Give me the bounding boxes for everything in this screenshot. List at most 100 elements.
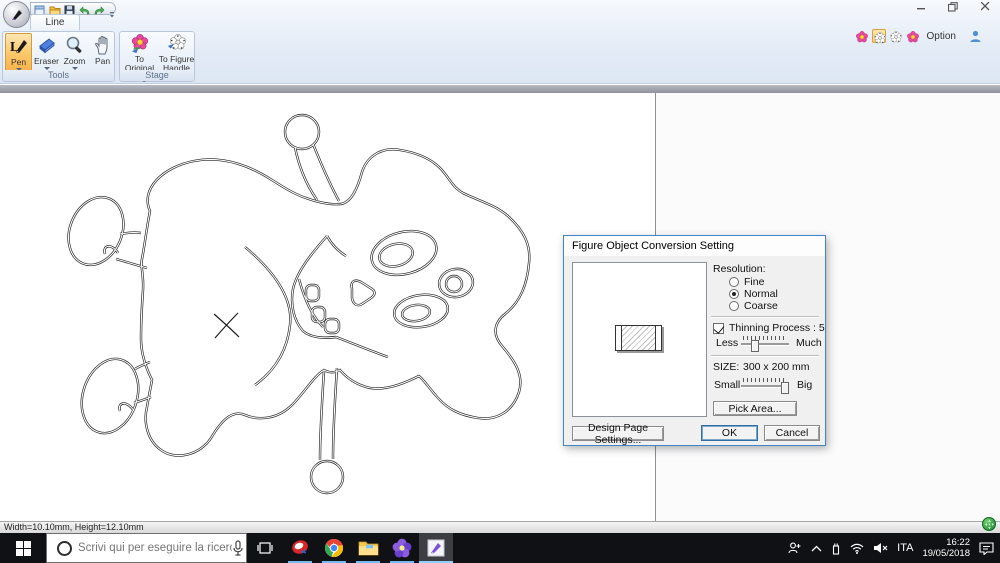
show-hidden-icons-chevron[interactable]	[811, 545, 822, 552]
to-figure-handle-button[interactable]: To Figure Handle	[158, 33, 195, 73]
usb-icon[interactable]	[831, 542, 841, 555]
line-drawing-monster	[57, 113, 531, 495]
taskbar-app-chrome[interactable]	[317, 533, 351, 563]
resolution-label: Resolution:	[713, 263, 766, 275]
redo-icon[interactable]	[93, 3, 105, 15]
undo-icon[interactable]	[79, 3, 90, 15]
radio-normal-label[interactable]: Normal	[744, 288, 778, 300]
tray-date: 19/05/2018	[922, 548, 970, 559]
taskbar-app-pedesign[interactable]	[385, 533, 419, 563]
thinning-slider[interactable]	[741, 336, 789, 352]
hand-icon	[89, 34, 116, 56]
close-button[interactable]	[976, 1, 994, 13]
preview-right-cap	[655, 326, 661, 350]
eraser-icon	[33, 34, 60, 56]
task-view-icon	[257, 542, 273, 554]
ribbon: L Pen Eraser Zoom Pan Tools To Original …	[0, 30, 1000, 84]
slider-thumb[interactable]	[751, 340, 759, 352]
thinning-label[interactable]: Thinning Process : 5	[729, 322, 825, 334]
action-center-icon[interactable]	[979, 541, 994, 555]
start-button[interactable]	[0, 533, 46, 563]
people-icon[interactable]	[788, 542, 802, 554]
canvas-pan-icon[interactable]	[982, 517, 996, 531]
big-label: Big	[797, 379, 813, 391]
clock[interactable]: 16:22 19/05/2018	[922, 537, 970, 559]
windows-taskbar: ITA 16:22 19/05/2018	[0, 533, 1000, 563]
pen-tool-button[interactable]: L Pen	[5, 33, 32, 71]
pen-label: Pen	[10, 57, 27, 67]
radio-coarse-label[interactable]: Coarse	[744, 300, 778, 312]
wifi-icon[interactable]	[850, 543, 864, 554]
stage-group-label: Stage	[120, 70, 194, 81]
zoom-tool-button[interactable]: Zoom	[61, 33, 88, 71]
eraser-label: Eraser	[33, 56, 60, 66]
design-page-settings-button[interactable]: Design Page Settings...	[572, 422, 664, 446]
thinning-checkbox[interactable]	[713, 323, 724, 334]
taskbar-search[interactable]	[46, 533, 247, 563]
size-slider[interactable]	[741, 378, 789, 394]
taskbar-app-active-lineimage[interactable]	[419, 533, 453, 563]
active-app-icon	[427, 539, 445, 557]
slider-ticks	[743, 336, 787, 340]
dialog-title[interactable]: Figure Object Conversion Setting	[564, 236, 825, 256]
figure-handle-flower-icon	[158, 33, 195, 55]
radio-fine-label[interactable]: Fine	[744, 276, 764, 288]
to-original-image-button[interactable]: To Original Image	[121, 33, 158, 82]
eraser-tool-button[interactable]: Eraser	[33, 33, 60, 71]
conversion-preview	[572, 262, 707, 417]
taskbar-app-file-explorer[interactable]	[351, 533, 385, 563]
figure-object-conversion-dialog: Figure Object Conversion Setting Resolut…	[563, 235, 826, 446]
restore-button[interactable]	[944, 1, 962, 13]
canvas-top-divider	[0, 85, 1000, 93]
much-label: Much	[796, 337, 822, 349]
tools-group: L Pen Eraser Zoom Pan Tools	[2, 31, 115, 82]
original-image-flower-icon	[121, 33, 158, 55]
x-mark	[213, 312, 240, 339]
system-tray: ITA 16:22 19/05/2018	[788, 533, 1000, 563]
less-label: Less	[716, 337, 739, 349]
small-label: Small	[714, 379, 741, 391]
slider-thumb[interactable]	[781, 382, 789, 394]
tools-group-label: Tools	[3, 70, 114, 81]
chrome-icon	[325, 539, 343, 557]
radio-fine[interactable]	[729, 277, 739, 287]
pick-area-button[interactable]: Pick Area...	[713, 401, 797, 416]
window-controls	[912, 0, 994, 13]
separator	[711, 355, 819, 357]
windows-logo-icon	[15, 540, 31, 556]
radio-coarse[interactable]	[729, 301, 739, 311]
open-folder-icon[interactable]	[49, 3, 61, 15]
pan-label: Pan	[94, 56, 111, 66]
save-icon[interactable]	[64, 3, 75, 16]
pen-icon: L	[6, 35, 31, 57]
volume-muted-icon[interactable]	[873, 542, 888, 554]
new-document-icon[interactable]	[34, 3, 45, 16]
cancel-button[interactable]: Cancel	[764, 425, 820, 441]
taskbar-app-embroidery[interactable]	[283, 533, 317, 563]
dimensions-status: Width=10.10mm, Height=12.10mm	[4, 522, 144, 532]
keyboard-language[interactable]: ITA	[897, 542, 913, 554]
size-value: 300 x 200 mm	[743, 361, 810, 373]
ribbon-header: Line Image Option L	[0, 0, 1000, 84]
design-canvas[interactable]: Figure Object Conversion Setting Resolut…	[0, 93, 1000, 521]
radio-normal[interactable]	[729, 289, 739, 299]
app-window: Line Image Option L	[0, 0, 1000, 563]
size-label: SIZE:	[713, 361, 740, 373]
embroidery-app-icon	[292, 540, 308, 554]
pan-tool-button[interactable]: Pan	[89, 33, 116, 71]
tab-line-image[interactable]: Line Image	[30, 14, 80, 43]
search-input[interactable]	[72, 542, 232, 554]
tray-time: 16:22	[946, 537, 970, 548]
cortana-icon	[57, 540, 72, 556]
task-view-button[interactable]	[247, 533, 283, 563]
magnifier-icon	[61, 34, 88, 56]
minimize-button[interactable]	[912, 1, 930, 13]
preview-figure-object	[615, 325, 662, 351]
app-pen-icon	[11, 8, 23, 20]
ok-button[interactable]: OK	[701, 425, 758, 441]
slider-track	[741, 343, 789, 345]
application-menu-button[interactable]	[3, 1, 30, 28]
status-bar: Width=10.10mm, Height=12.10mm	[0, 521, 1000, 533]
microphone-icon[interactable]	[232, 540, 244, 556]
tab-strip: Line Image Option	[0, 14, 1000, 30]
